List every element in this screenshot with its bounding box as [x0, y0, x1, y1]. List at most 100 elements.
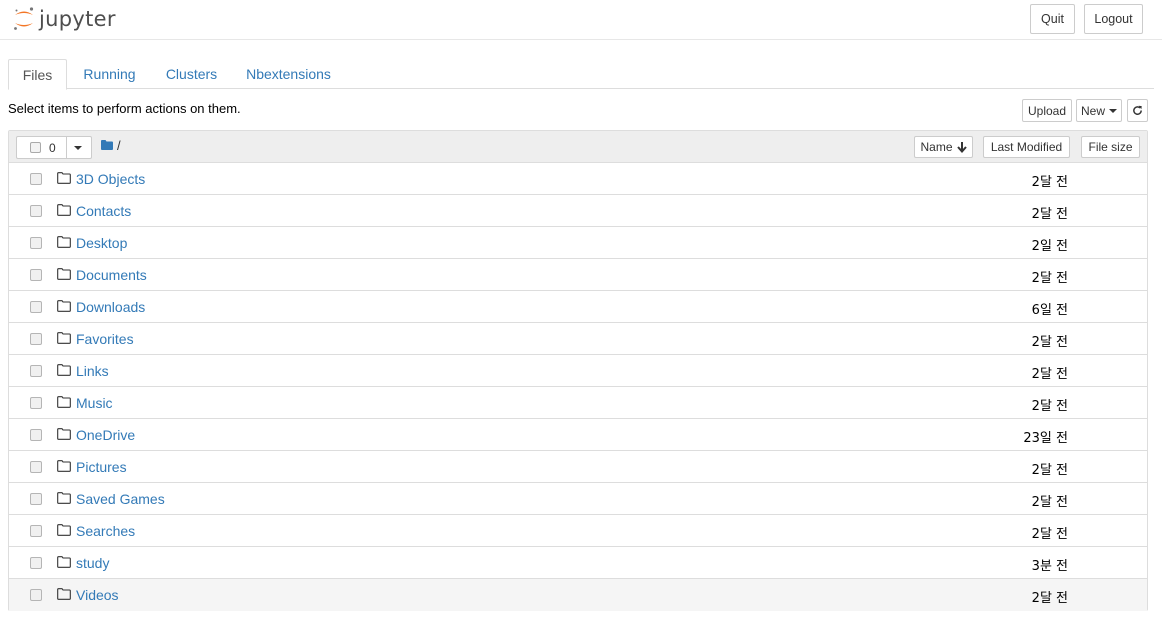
folder-outline-icon [57, 428, 71, 440]
folder-outline-icon [57, 556, 71, 568]
list-item[interactable]: Documents 2달 전 [9, 259, 1147, 291]
select-dropdown-chevron-icon[interactable] [74, 146, 82, 150]
item-modified: 2달 전 [1031, 175, 1068, 190]
row-checkbox[interactable] [30, 173, 42, 185]
row-checkbox[interactable] [30, 557, 42, 569]
row-checkbox[interactable] [30, 365, 42, 377]
folder-outline-icon [57, 300, 71, 312]
item-modified: 2일 전 [1031, 239, 1068, 254]
new-label: New [1080, 103, 1105, 118]
item-name-link[interactable]: OneDrive [76, 427, 135, 443]
file-list: 0 / Name Last Modified File size 3D Obje… [8, 130, 1148, 611]
upload-button[interactable]: Upload [1022, 99, 1072, 122]
folder-outline-icon [57, 588, 71, 600]
jupyter-logo-icon [14, 7, 34, 30]
list-item[interactable]: Contacts 2달 전 [9, 195, 1147, 227]
jupyter-logo[interactable]: jupyter [12, 5, 116, 33]
divider [66, 136, 67, 159]
list-item[interactable]: Links 2달 전 [9, 355, 1147, 387]
item-modified: 2달 전 [1031, 527, 1068, 542]
folder-outline-icon [57, 172, 71, 184]
info-text: Select items to perform actions on them. [8, 101, 241, 116]
folder-outline-icon [57, 236, 71, 248]
item-name-link[interactable]: Contacts [76, 203, 131, 219]
folder-outline-icon [57, 460, 71, 472]
quit-button[interactable]: Quit [1030, 4, 1075, 34]
header: jupyter Quit Logout [0, 0, 1162, 40]
item-name-link[interactable]: 3D Objects [76, 171, 145, 187]
item-name-link[interactable]: Links [76, 363, 109, 379]
item-name-link[interactable]: Desktop [76, 235, 127, 251]
item-name-link[interactable]: Videos [76, 587, 119, 603]
row-checkbox[interactable] [30, 429, 42, 441]
list-item[interactable]: study 3분 전 [9, 547, 1147, 579]
item-modified: 2달 전 [1031, 335, 1068, 350]
item-name-link[interactable]: Favorites [76, 331, 134, 347]
sort-by-name-button[interactable]: Name [914, 136, 973, 158]
row-checkbox[interactable] [30, 461, 42, 473]
row-checkbox[interactable] [30, 589, 42, 601]
item-name-link[interactable]: Pictures [76, 459, 127, 475]
chevron-down-icon [1109, 108, 1117, 113]
tab-clusters[interactable]: Clusters [154, 59, 229, 89]
item-name-link[interactable]: Saved Games [76, 491, 165, 507]
list-item[interactable]: Saved Games 2달 전 [9, 483, 1147, 515]
refresh-icon [1133, 105, 1142, 115]
tab-running[interactable]: Running [71, 59, 148, 89]
item-name-link[interactable]: study [76, 555, 109, 571]
list-item[interactable]: Desktop 2일 전 [9, 227, 1147, 259]
folder-outline-icon [57, 332, 71, 344]
list-item[interactable]: Music 2달 전 [9, 387, 1147, 419]
row-checkbox[interactable] [30, 205, 42, 217]
selected-count: 0 [49, 141, 56, 155]
item-name-link[interactable]: Downloads [76, 299, 145, 315]
list-item[interactable]: Favorites 2달 전 [9, 323, 1147, 355]
breadcrumb-path[interactable]: / [117, 138, 121, 153]
tab-bar: Files Running Clusters Nbextensions [8, 59, 1154, 90]
folder-outline-icon [57, 268, 71, 280]
folder-outline-icon [57, 396, 71, 408]
list-item[interactable]: Videos 2달 전 [9, 579, 1147, 611]
sort-by-modified-button[interactable]: Last Modified [983, 136, 1070, 158]
item-modified: 3분 전 [1031, 559, 1068, 574]
item-modified: 2달 전 [1031, 271, 1068, 286]
item-name-link[interactable]: Music [76, 395, 113, 411]
row-checkbox[interactable] [30, 493, 42, 505]
folder-outline-icon [57, 524, 71, 536]
row-checkbox[interactable] [30, 333, 42, 345]
item-name-link[interactable]: Searches [76, 523, 135, 539]
logo-text: jupyter [39, 7, 116, 31]
folder-solid-icon[interactable] [101, 140, 113, 150]
new-dropdown-button[interactable]: New [1076, 99, 1122, 122]
item-name-link[interactable]: Documents [76, 267, 147, 283]
row-checkbox[interactable] [30, 237, 42, 249]
list-item[interactable]: OneDrive 23일 전 [9, 419, 1147, 451]
list-header: 0 / Name Last Modified File size [9, 131, 1147, 163]
list-item[interactable]: 3D Objects 2달 전 [9, 163, 1147, 195]
refresh-button[interactable] [1127, 99, 1148, 122]
folder-outline-icon [57, 204, 71, 216]
logout-button[interactable]: Logout [1084, 4, 1143, 34]
row-checkbox[interactable] [30, 301, 42, 313]
item-modified: 2달 전 [1031, 463, 1068, 478]
item-modified: 23일 전 [1023, 431, 1068, 446]
row-checkbox[interactable] [30, 397, 42, 409]
item-modified: 2달 전 [1031, 495, 1068, 510]
tab-files[interactable]: Files [8, 59, 67, 90]
item-modified: 2달 전 [1031, 591, 1068, 606]
select-all-checkbox[interactable] [30, 142, 41, 153]
item-modified: 2달 전 [1031, 207, 1068, 222]
row-checkbox[interactable] [30, 269, 42, 281]
list-item[interactable]: Downloads 6일 전 [9, 291, 1147, 323]
row-checkbox[interactable] [30, 525, 42, 537]
item-modified: 6일 전 [1031, 303, 1068, 318]
sort-by-size-button[interactable]: File size [1081, 136, 1140, 158]
item-modified: 2달 전 [1031, 367, 1068, 382]
tab-nbextensions[interactable]: Nbextensions [238, 59, 339, 89]
list-item[interactable]: Searches 2달 전 [9, 515, 1147, 547]
folder-outline-icon [57, 492, 71, 504]
arrow-down-icon [956, 141, 967, 153]
list-item[interactable]: Pictures 2달 전 [9, 451, 1147, 483]
select-all-group: 0 [16, 136, 92, 159]
sort-name-label: Name [920, 140, 953, 154]
